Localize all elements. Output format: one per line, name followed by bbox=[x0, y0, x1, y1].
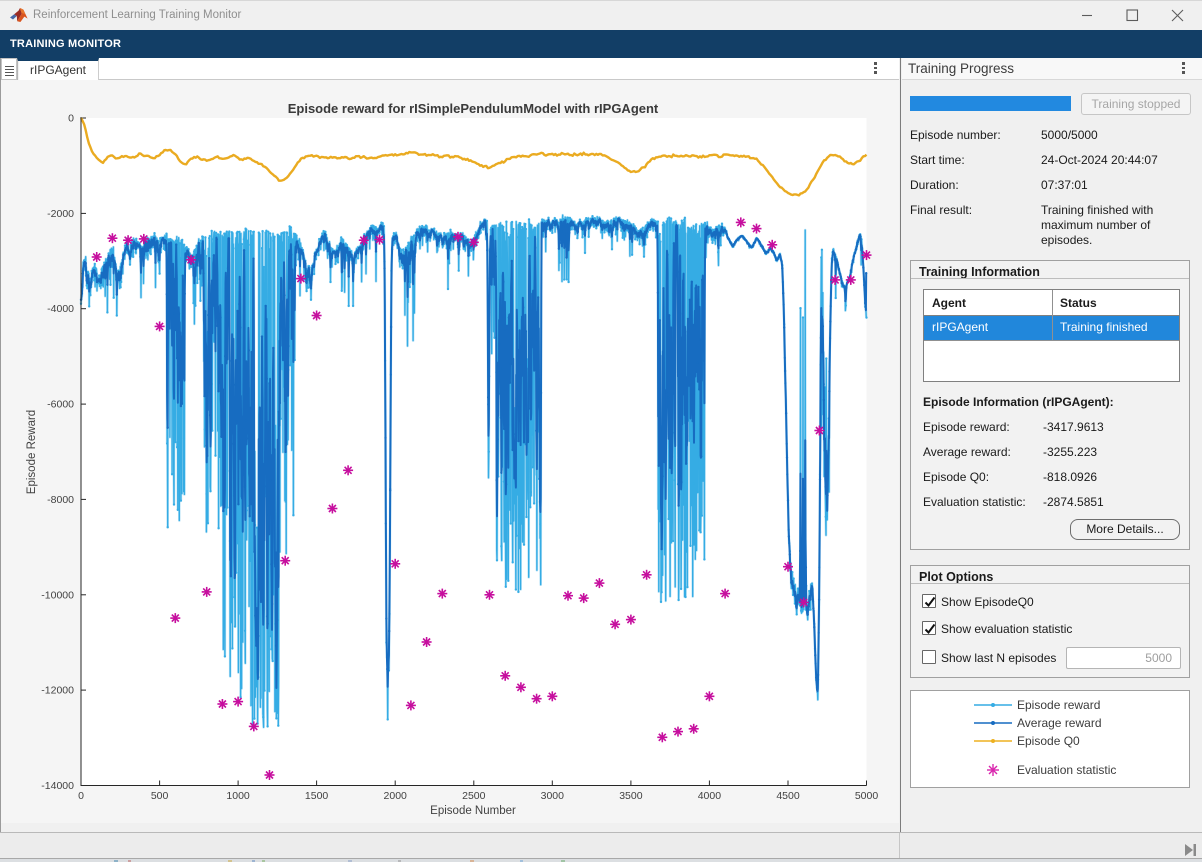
svg-text:2500: 2500 bbox=[462, 790, 486, 802]
svg-text:Episode reward for rISimplePen: Episode reward for rISimplePendulumModel… bbox=[288, 101, 659, 116]
svg-text:4500: 4500 bbox=[776, 790, 800, 802]
svg-text:2000: 2000 bbox=[384, 790, 408, 802]
svg-text:-2000: -2000 bbox=[47, 208, 74, 220]
svg-text:-8000: -8000 bbox=[47, 494, 74, 506]
svg-text:500: 500 bbox=[151, 790, 169, 802]
svg-text:3500: 3500 bbox=[619, 790, 643, 802]
svg-text:Evaluation statistic: Evaluation statistic bbox=[1017, 763, 1116, 777]
svg-text:-10000: -10000 bbox=[41, 589, 74, 601]
svg-text:1000: 1000 bbox=[226, 790, 250, 802]
svg-text:3000: 3000 bbox=[541, 790, 565, 802]
svg-text:Episode reward: Episode reward bbox=[1017, 698, 1100, 712]
svg-text:-6000: -6000 bbox=[47, 399, 74, 411]
svg-text:4000: 4000 bbox=[698, 790, 722, 802]
svg-text:Episode Q0: Episode Q0 bbox=[1017, 734, 1080, 748]
svg-text:Average reward: Average reward bbox=[1017, 716, 1102, 730]
svg-text:0: 0 bbox=[68, 113, 74, 125]
svg-text:-4000: -4000 bbox=[47, 303, 74, 315]
svg-text:0: 0 bbox=[78, 790, 84, 802]
svg-text:-12000: -12000 bbox=[41, 685, 74, 697]
svg-text:-14000: -14000 bbox=[41, 780, 74, 792]
svg-text:Episode Number: Episode Number bbox=[430, 805, 516, 817]
svg-text:1500: 1500 bbox=[305, 790, 329, 802]
svg-text:Episode Reward: Episode Reward bbox=[26, 410, 38, 494]
svg-text:5000: 5000 bbox=[855, 790, 879, 802]
